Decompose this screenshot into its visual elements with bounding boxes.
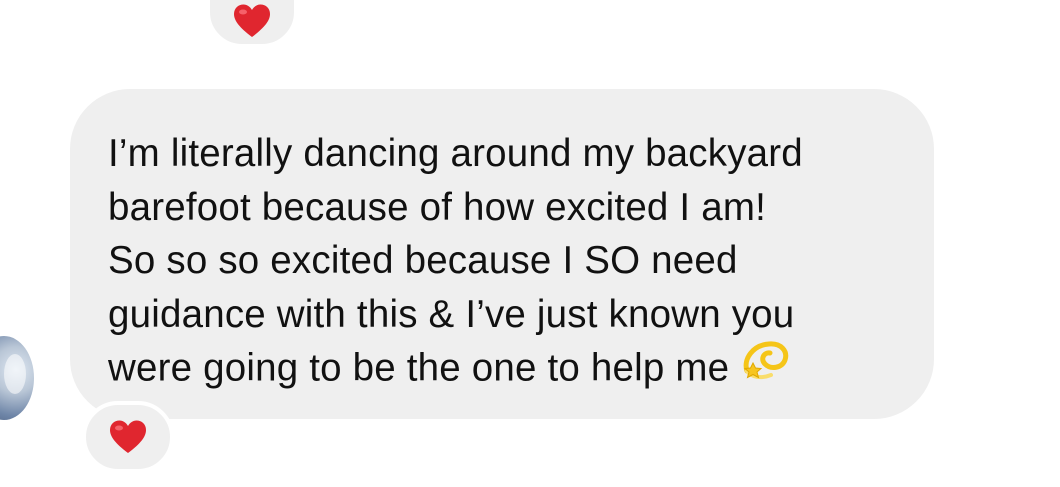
previous-message-reaction[interactable] xyxy=(206,0,298,48)
chat-thread: I’m literally dancing around my backyard… xyxy=(0,0,1060,487)
sender-avatar[interactable] xyxy=(0,336,34,420)
message-line: So so so excited because I SO need xyxy=(108,239,738,282)
message-line-text: were going to be the one to help me xyxy=(108,346,730,390)
dizzy-emoji-icon xyxy=(741,337,791,396)
heart-icon xyxy=(232,3,272,39)
message-line: barefoot because of how excited I am! xyxy=(108,185,767,229)
message-line: I’m literally dancing around my backyard xyxy=(108,132,803,175)
message-reaction[interactable] xyxy=(82,401,174,473)
message-line-last: were going to be the one to help me xyxy=(108,341,894,400)
message-line: guidance with this & I’ve just known you xyxy=(108,292,795,336)
message-text: I’m literally dancing around my backyard… xyxy=(108,127,894,400)
message-bubble[interactable]: I’m literally dancing around my backyard… xyxy=(70,89,934,419)
heart-icon xyxy=(108,419,148,455)
